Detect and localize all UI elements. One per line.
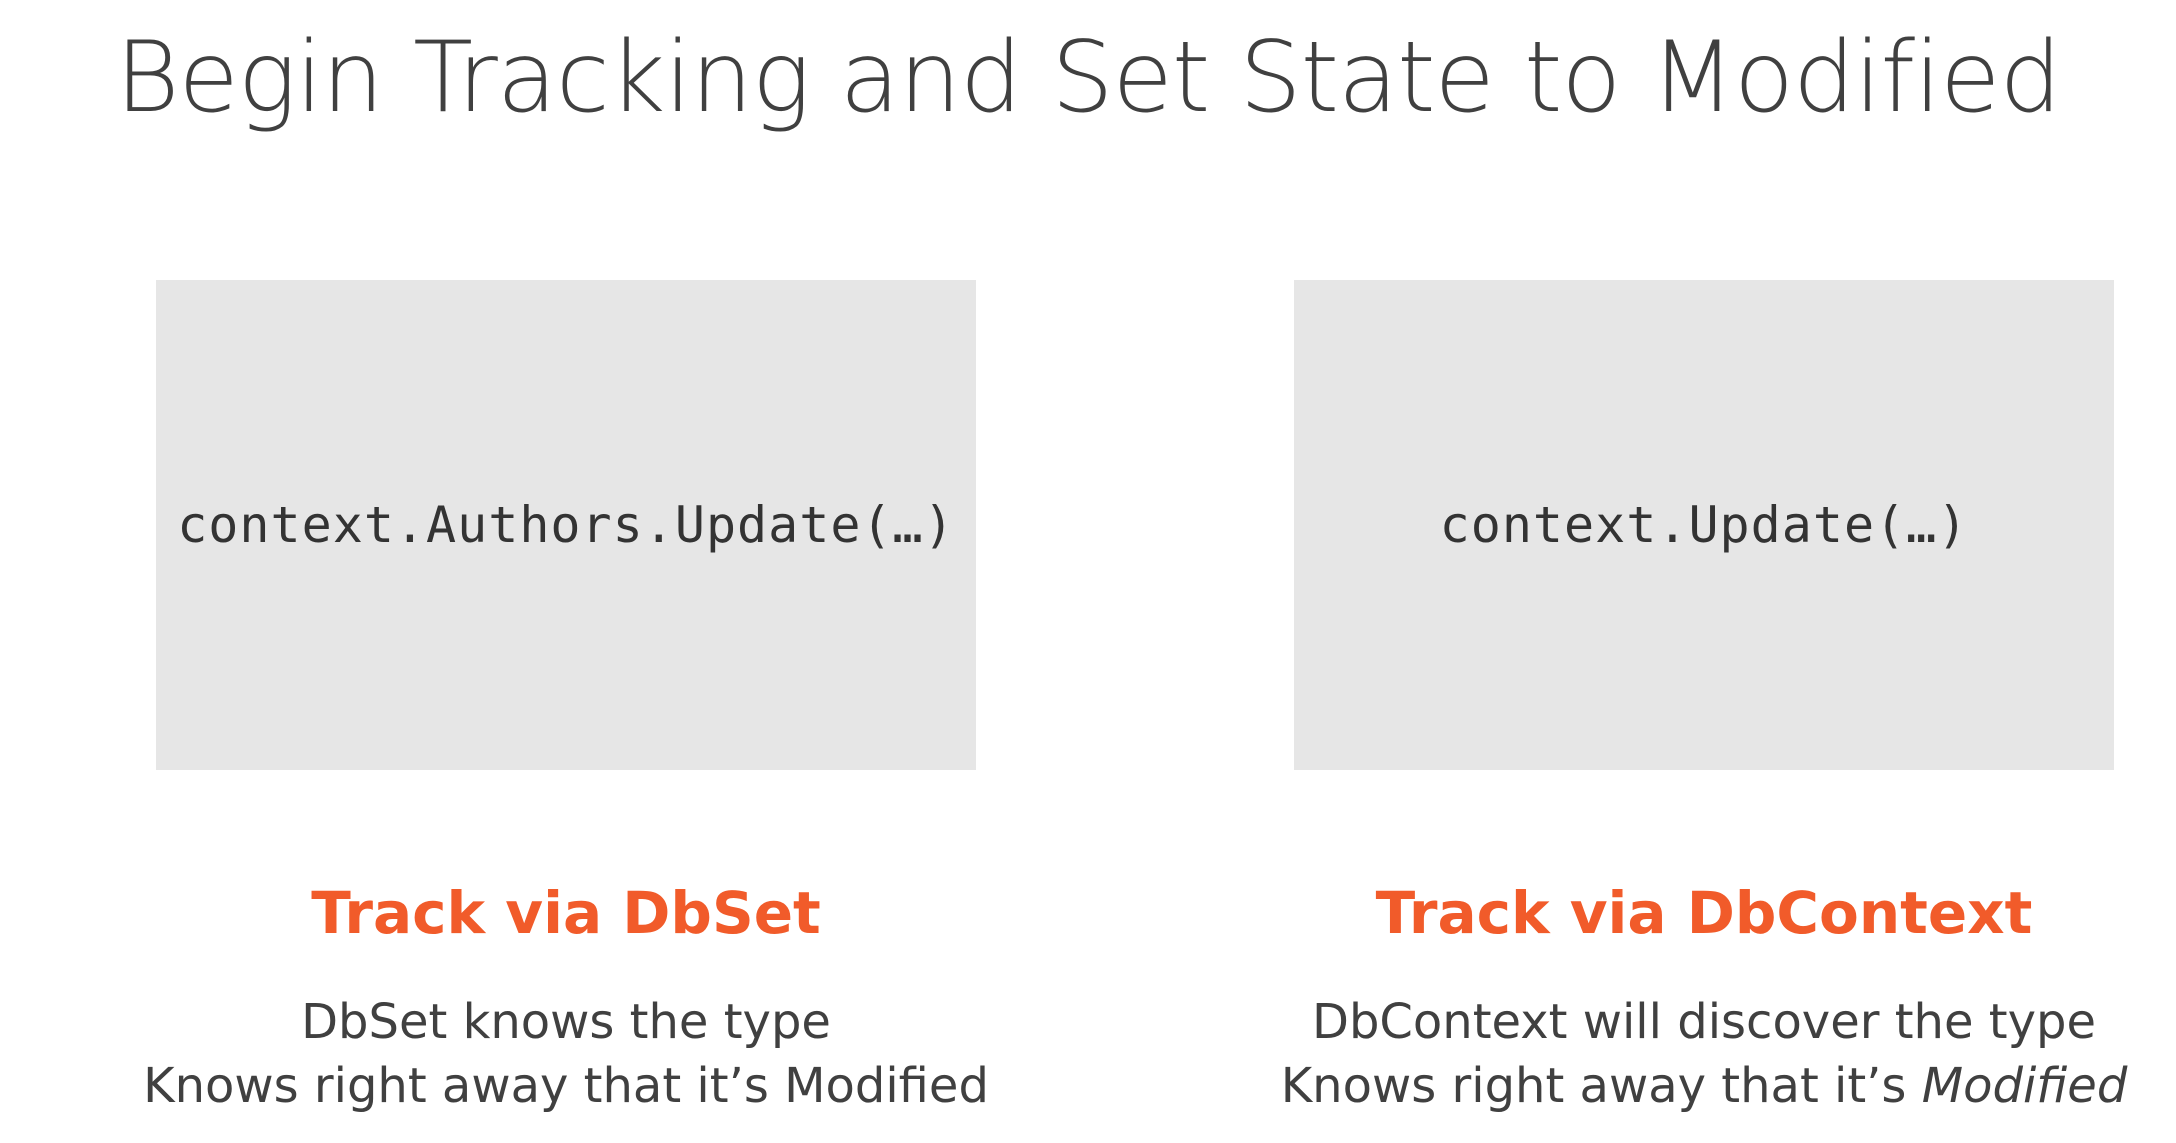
- left-column: context.Authors.Update(…) Track via DbSe…: [143, 280, 989, 1114]
- code-snippet-dbcontext: context.Update(…): [1439, 496, 1969, 554]
- code-box-dbcontext: context.Update(…): [1294, 280, 2114, 770]
- description-line-2-prefix: Knows right away that it’s: [1280, 1058, 1922, 1114]
- modified-emphasis: Modified: [1921, 1058, 2128, 1114]
- description-line-2: Knows right away that it’s Modified: [143, 1058, 989, 1114]
- heading-track-via-dbset: Track via DbSet: [311, 879, 821, 947]
- description-line-1: DbSet knows the type: [301, 994, 831, 1050]
- description-line-1: DbContext will discover the type: [1311, 994, 2096, 1050]
- description-dbset: DbSet knows the type Knows right away th…: [0, 990, 1176, 1118]
- description-dbcontext: DbContext will discover the type Knows r…: [1094, 990, 2176, 1118]
- code-snippet-dbset: context.Authors.Update(…): [177, 496, 955, 554]
- heading-track-via-dbcontext: Track via DbContext: [1375, 879, 2033, 947]
- description-line-2: Knows right away that it’s Modified: [1094, 1054, 2176, 1118]
- slide-title: Begin Tracking and Set State to Modified: [115, 21, 2061, 135]
- code-box-dbset: context.Authors.Update(…): [156, 280, 976, 770]
- right-column: context.Update(…) Track via DbContext Db…: [1281, 280, 2127, 1114]
